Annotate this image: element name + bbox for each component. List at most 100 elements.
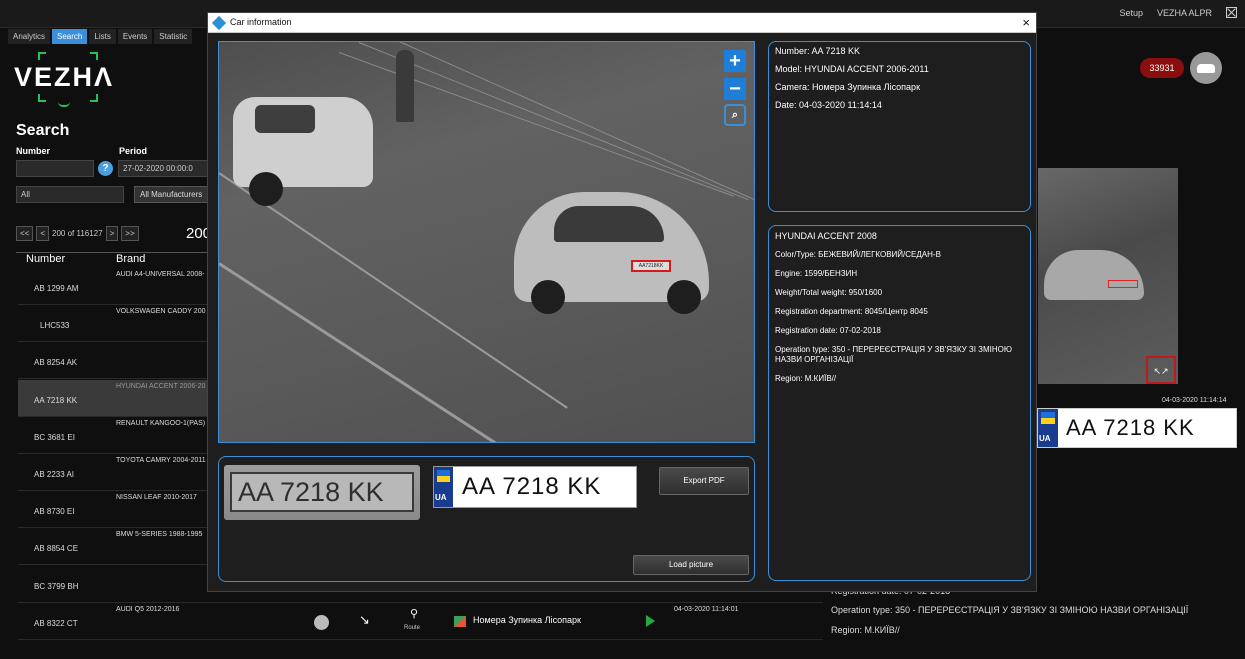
info-number: Number: AA 7218 KK: [775, 46, 861, 56]
first-page-button[interactable]: <<: [16, 226, 34, 241]
row-number: AB 8854 CE: [34, 544, 79, 553]
status-dot: [314, 615, 329, 630]
zoom-fit-icon[interactable]: ⌕: [724, 104, 746, 126]
row-number: AB 2233 AI: [34, 470, 75, 479]
pager: << < 200 of 116127 > >>: [16, 226, 139, 241]
event-thumbnail[interactable]: ↖↗: [1038, 168, 1178, 384]
manufacturers-select[interactable]: All Manufacturers: [134, 186, 210, 203]
registration-details-panel: HYUNDAI ACCENT 2008 Color/Type: БЕЖЕВИЙ/…: [768, 225, 1031, 581]
plate-text: AA 7218 KK: [462, 473, 602, 500]
car-info-panel: Number: AA 7218 KK Model: HYUNDAI ACCENT…: [768, 41, 1031, 212]
period-input[interactable]: 27-02-2020 00:00:0: [118, 160, 210, 177]
row-brand: AUDI Q5 2012-2016: [116, 606, 180, 613]
logo-corner: [90, 52, 98, 60]
setup-link[interactable]: Setup: [1119, 8, 1143, 18]
route-label[interactable]: Route: [404, 625, 420, 631]
period-label: Period: [119, 146, 148, 156]
country-code: UA: [435, 493, 447, 502]
logo-corner: [90, 94, 98, 102]
info-camera: Camera: Номера Зупинка Лісопарк: [775, 82, 921, 92]
camera-name: Номера Зупинка Лісопарк: [473, 615, 581, 625]
country-code: UA: [1039, 434, 1051, 443]
tab-analytics[interactable]: Analytics: [8, 29, 51, 44]
details-color: Color/Type: БЕЖЕВИЙ/ЛЕГКОВИЙ/СЕДАН-В: [775, 250, 941, 259]
event-count-badge: 33931: [1140, 58, 1184, 78]
number-label: Number: [16, 146, 51, 156]
vehicle-photo[interactable]: AA7218KK + − ⌕: [218, 41, 755, 443]
nav-tabs: Analytics Search Lists Events Statistic: [8, 29, 193, 44]
row-number: AB 1299 AM: [34, 284, 79, 293]
details-weight: Weight/Total weight: 950/1600: [775, 288, 883, 297]
railing: [358, 42, 749, 201]
tab-events[interactable]: Events: [117, 29, 153, 44]
route-icon[interactable]: ⚲: [404, 607, 424, 620]
details-header: HYUNDAI ACCENT 2008: [775, 231, 877, 241]
number-input[interactable]: [16, 160, 94, 177]
car-information-dialog: Car information × AA7218KK + − ⌕ Number:…: [207, 12, 1037, 592]
map-icon[interactable]: [454, 616, 466, 627]
wheel: [531, 280, 565, 314]
direction-arrow-icon: ↘: [359, 612, 370, 627]
info-model: Model: HYUNDAI ACCENT 2006-2011: [775, 64, 929, 74]
zoom-out-button[interactable]: −: [724, 78, 746, 100]
details-department: Registration department: 8045/Центр 8045: [775, 307, 928, 316]
app-icon: [211, 15, 227, 31]
plate-panel: AA 7218 KK UA AA 7218 KK Export PDF Load…: [218, 456, 755, 582]
export-pdf-button[interactable]: Export PDF: [659, 467, 749, 495]
row-number: AB 8254 AK: [34, 358, 78, 367]
type-select[interactable]: All: [16, 186, 124, 203]
plate-crop-text: AA 7218 KK: [230, 472, 414, 512]
load-picture-button[interactable]: Load picture: [633, 555, 749, 575]
dialog-titlebar: Car information ×: [208, 13, 1036, 33]
close-window-icon[interactable]: [1226, 7, 1237, 18]
plate-highlight: [1108, 280, 1138, 288]
wheel: [667, 280, 701, 314]
expand-icon[interactable]: ↖↗: [1146, 356, 1176, 384]
row-number: LHC533: [40, 321, 70, 330]
wheel: [249, 172, 283, 206]
row-number: AB 8322 CT: [34, 619, 78, 628]
zoom-in-button[interactable]: +: [724, 50, 746, 72]
tab-search[interactable]: Search: [52, 29, 88, 44]
pedestrian: [396, 50, 414, 122]
prev-page-button[interactable]: <: [36, 226, 50, 241]
last-page-button[interactable]: >>: [121, 226, 139, 241]
top-bar-right: Setup VEZHA ALPR: [1119, 7, 1237, 18]
help-icon[interactable]: ?: [98, 161, 113, 176]
tab-statistic[interactable]: Statistic: [154, 29, 193, 44]
play-icon[interactable]: [646, 615, 655, 627]
vezha-logo: VEZHΛ: [14, 52, 114, 108]
next-page-button[interactable]: >: [105, 226, 119, 241]
table-row[interactable]: AB 8322 CT AUDI Q5 2012-2016 ↘ ⚲ Route Н…: [18, 603, 823, 640]
recognized-plate: UA AA 7218 KK: [1037, 408, 1237, 448]
logo-corner: [38, 52, 46, 60]
details-engine: Engine: 1599/БЕНЗИН: [775, 269, 858, 278]
row-number: AB 8730 EI: [34, 507, 75, 516]
page-info: 200 of 116127: [52, 229, 103, 238]
dialog-title: Car information: [230, 17, 292, 27]
recognized-plate-large: UA AA 7218 KK: [433, 466, 637, 508]
car-image: [1044, 250, 1144, 300]
info-date: Date: 04-03-2020 11:14:14: [775, 100, 882, 110]
row-number: BC 3799 BH: [34, 582, 79, 591]
logo-text: VEZHΛ: [14, 62, 115, 92]
operation-type: Operation type: 350 - ПЕРЕРЕЄСТРАЦІЯ У З…: [831, 605, 1189, 615]
logo-corner: [38, 94, 46, 102]
plate-detection-box: AA7218KK: [631, 260, 671, 272]
row-number: AA 7218 KK: [34, 396, 78, 405]
tab-lists[interactable]: Lists: [89, 29, 116, 44]
details-operation: Operation type: 350 - ПЕРЕРЕЄСТРАЦІЯ У З…: [775, 345, 1012, 364]
plate-crop-image: AA 7218 KK: [224, 465, 420, 520]
close-icon[interactable]: ×: [1022, 15, 1030, 30]
region: Region: М.КИЇВ//: [831, 625, 900, 635]
car-icon[interactable]: [1190, 52, 1222, 84]
search-title: Search: [16, 122, 70, 139]
logo-smile: [58, 102, 70, 107]
details-reg-date: Registration date: 07-02-2018: [775, 326, 881, 335]
row-number: BC 3681 EI: [34, 433, 75, 442]
row-timestamp: 04-03-2020 11:14:01: [674, 606, 739, 613]
van-image: [233, 97, 373, 187]
product-name: VEZHA ALPR: [1156, 7, 1212, 18]
details-region: Region: М.КИЇВ//: [775, 374, 837, 383]
plate-text: AA 7218 KK: [1066, 415, 1195, 440]
